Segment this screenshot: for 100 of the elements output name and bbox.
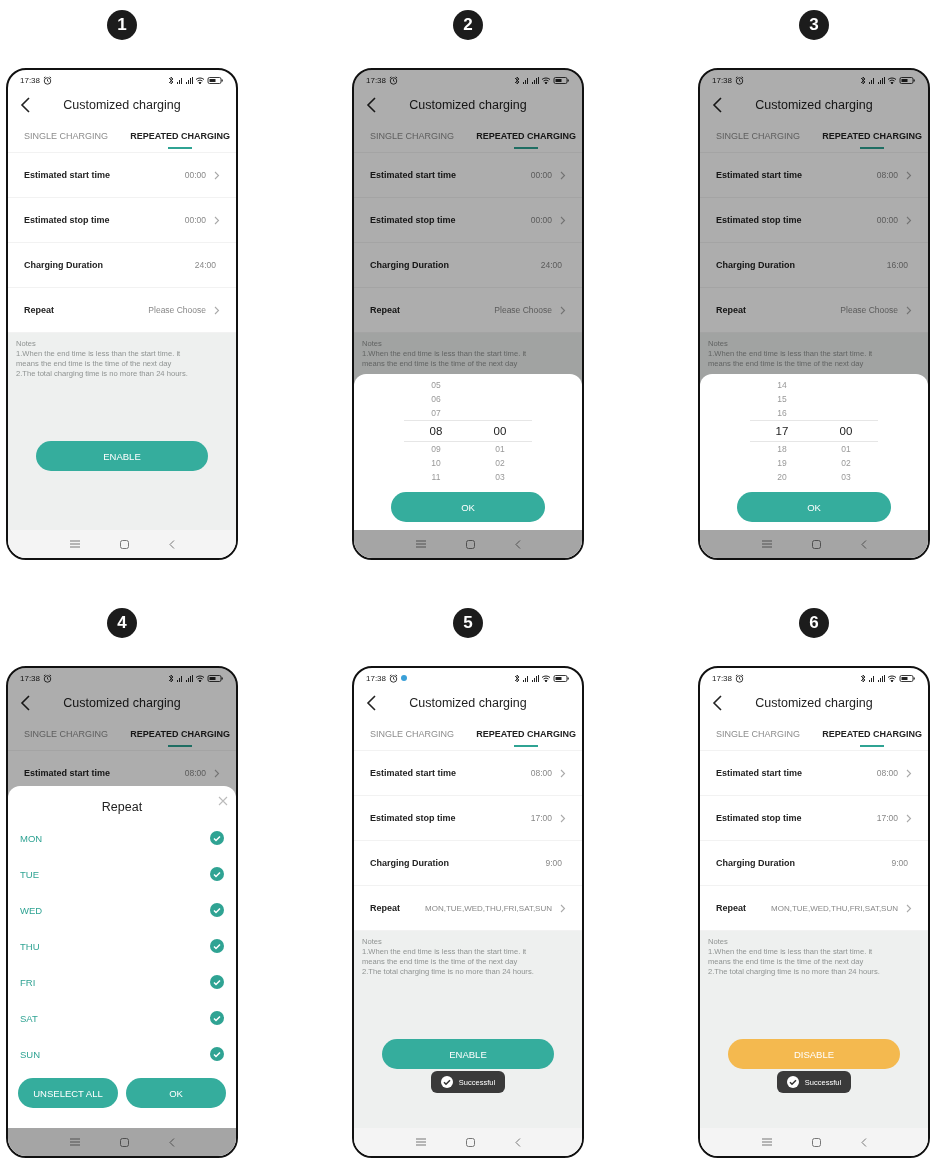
status-icons-drawing (168, 673, 224, 683)
setting-value: 08:00 (876, 768, 898, 778)
menu-icon[interactable] (415, 540, 426, 548)
setting-value: Please Choose (840, 305, 898, 315)
screen-title: Customized charging (408, 98, 528, 112)
check-circle-icon (786, 1076, 799, 1088)
checkbox[interactable] (210, 831, 224, 845)
square-icon[interactable] (811, 1137, 821, 1147)
picker-option[interactable]: 00 (468, 420, 532, 442)
setting-row[interactable]: Estimated stop time 17:00 (354, 796, 582, 841)
setting-value: 17:00 (530, 813, 552, 823)
setting-row[interactable]: Charging Duration 24:00 (354, 243, 582, 288)
setting-row[interactable]: Estimated start time 08:00 (700, 153, 928, 198)
screen-title: Customized charging (62, 696, 182, 710)
day-label: FRI (20, 976, 36, 988)
setting-label: Estimated start time (370, 170, 457, 180)
square-icon[interactable] (465, 539, 475, 549)
square-icon[interactable] (811, 539, 821, 549)
status-icons-drawing (514, 75, 570, 85)
setting-value: 9:00 (545, 858, 562, 868)
tab[interactable]: REPEATED CHARGING (822, 120, 922, 152)
back-icon[interactable] (20, 97, 30, 113)
checkbox[interactable] (210, 939, 224, 953)
setting-label: Estimated start time (24, 768, 111, 778)
setting-row[interactable]: Estimated stop time 00:00 (8, 198, 236, 243)
tab[interactable]: SINGLE CHARGING (370, 718, 454, 750)
menu-icon[interactable] (761, 1138, 772, 1146)
setting-label: Estimated stop time (24, 215, 110, 225)
back-icon[interactable] (712, 695, 722, 711)
checkbox[interactable] (210, 975, 224, 989)
step-number: 4 (107, 608, 137, 638)
setting-row[interactable]: Charging Duration 16:00 (700, 243, 928, 288)
picker-option[interactable]: 00 (814, 420, 878, 442)
back-icon[interactable] (366, 97, 376, 113)
close-icon[interactable] (218, 796, 228, 806)
setting-value: 00:00 (530, 215, 552, 225)
setting-value: 24:00 (540, 260, 562, 270)
tab[interactable]: REPEATED CHARGING (130, 718, 230, 750)
setting-row[interactable]: Estimated start time 00:00 (8, 153, 236, 198)
square-icon[interactable] (465, 1137, 475, 1147)
setting-row[interactable]: Estimated start time 08:00 (354, 751, 582, 796)
menu-icon[interactable] (69, 1138, 80, 1146)
setting-value: 16:00 (886, 260, 908, 270)
tab[interactable]: REPEATED CHARGING (822, 718, 922, 750)
menu-icon[interactable] (415, 1138, 426, 1146)
picker-option[interactable]: 17 (750, 420, 814, 442)
setting-value: MON,TUE,WED,THU,FRI,SAT,SUN (425, 903, 552, 913)
setting-value: Please Choose (148, 305, 206, 315)
setting-value: 00:00 (530, 170, 552, 180)
setting-row[interactable]: Estimated start time 00:00 (354, 153, 582, 198)
setting-row[interactable]: Charging Duration 9:00 (354, 841, 582, 886)
menu-icon[interactable] (69, 540, 80, 548)
setting-value: 00:00 (184, 215, 206, 225)
sheet-title: Repeat (101, 800, 143, 814)
status-icons-drawing (860, 673, 916, 683)
setting-label: Charging Duration (716, 260, 795, 270)
step-number: 5 (453, 608, 483, 638)
menu-icon[interactable] (761, 540, 772, 548)
day-label: SUN (20, 1048, 41, 1060)
checkmark-icon (213, 870, 221, 878)
back-icon[interactable] (366, 695, 376, 711)
setting-row[interactable]: Estimated start time 08:00 (700, 751, 928, 796)
setting-value: 9:00 (891, 858, 908, 868)
checkbox[interactable] (210, 903, 224, 917)
setting-row[interactable]: Charging Duration 24:00 (8, 243, 236, 288)
square-icon[interactable] (119, 539, 129, 549)
checkmark-icon (213, 834, 221, 842)
tab[interactable]: SINGLE CHARGING (24, 120, 108, 152)
tab[interactable]: REPEATED CHARGING (476, 718, 576, 750)
tab[interactable]: REPEATED CHARGING (476, 120, 576, 152)
square-icon[interactable] (119, 1137, 129, 1147)
setting-label: Estimated stop time (716, 813, 802, 823)
status-time: 17:38 (20, 75, 41, 85)
tab[interactable]: REPEATED CHARGING (130, 120, 230, 152)
status-time: 17:38 (366, 673, 387, 683)
day-label: MON (20, 832, 43, 844)
setting-label: Estimated start time (716, 170, 803, 180)
checkbox[interactable] (210, 1047, 224, 1061)
checkbox[interactable] (210, 1011, 224, 1025)
setting-value: MON,TUE,WED,THU,FRI,SAT,SUN (771, 903, 898, 913)
checkmark-icon (213, 906, 221, 914)
back-icon[interactable] (712, 97, 722, 113)
setting-row[interactable]: Estimated stop time 00:00 (354, 198, 582, 243)
picker-option[interactable]: 08 (404, 420, 468, 442)
setting-value: 08:00 (530, 768, 552, 778)
setting-label: Charging Duration (370, 260, 449, 270)
checkmark-icon (213, 978, 221, 986)
setting-label: Charging Duration (370, 858, 449, 868)
back-icon[interactable] (20, 695, 30, 711)
status-time: 17:38 (712, 75, 733, 85)
setting-value: 00:00 (876, 215, 898, 225)
checkmark-icon (213, 1014, 221, 1022)
setting-row[interactable]: Estimated stop time 00:00 (700, 198, 928, 243)
tab[interactable]: SINGLE CHARGING (716, 718, 800, 750)
day-label: WED (20, 904, 43, 916)
checkbox[interactable] (210, 867, 224, 881)
setting-label: Estimated stop time (370, 215, 456, 225)
setting-row[interactable]: Charging Duration 9:00 (700, 841, 928, 886)
setting-row[interactable]: Estimated stop time 17:00 (700, 796, 928, 841)
setting-label: Estimated stop time (370, 813, 456, 823)
